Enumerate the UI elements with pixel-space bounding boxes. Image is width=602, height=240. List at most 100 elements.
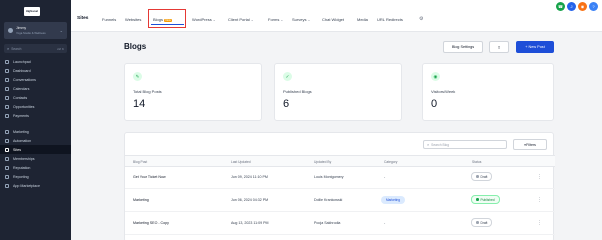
table-row[interactable]: Marketing SEO - Copy Aug 13, 2023 11:09 P… <box>125 213 555 235</box>
main-content: Blogs Blog Settings ⇪ + New Post ✎ Total… <box>71 32 602 240</box>
tab-forms-label: Forms <box>268 17 280 22</box>
tab-forms[interactable]: Forms⌄ <box>268 17 283 22</box>
sidebar-item-marketing[interactable]: Marketing <box>0 127 71 136</box>
chevron-down-icon: ⌄ <box>307 18 311 22</box>
sidebar-item-label: Payments <box>13 113 29 118</box>
tab-client-portal-label: Client Portal <box>228 17 250 22</box>
status-label: Draft <box>480 174 488 179</box>
table-search-input[interactable]: ⌕ Search Blog <box>423 140 507 149</box>
tab-surveys[interactable]: Surveys⌄ <box>292 17 310 22</box>
stat-value: 6 <box>283 98 290 110</box>
col-blog-post[interactable]: Blog Post <box>133 160 147 164</box>
account-subtitle: Yoga Studio & Wellness <box>16 30 46 35</box>
avatar[interactable]: J <box>567 2 576 11</box>
sidebar-item-launchpad[interactable]: Launchpad <box>0 57 71 66</box>
post-title[interactable]: Marketing <box>133 198 149 202</box>
post-updated: Jun 09, 2024 11:10 PM <box>231 175 268 179</box>
col-last-updated[interactable]: Last Updated <box>231 160 251 164</box>
tab-wordpress[interactable]: WordPress⌄ <box>192 17 216 22</box>
post-category: - <box>384 221 386 225</box>
stat-card-visitors: ◉ Visitors/Week 0 <box>422 63 554 121</box>
stat-label: Total Blog Posts <box>133 89 162 94</box>
status-badge[interactable]: Draft <box>471 172 493 181</box>
status-label: Draft <box>480 220 488 225</box>
col-category[interactable]: Category <box>384 160 397 164</box>
sidebar-item-label: Contacts <box>13 95 28 100</box>
sidebar-item-label: Reputation <box>13 165 31 170</box>
sidebar-item-label: Marketing <box>13 129 29 134</box>
chevron-down-icon: ⌄ <box>280 18 284 22</box>
blog-table: ⌕ Search Blog ≡ Filters Blog Post Last Up… <box>124 132 555 240</box>
tab-url-redirects[interactable]: URL Redirects <box>377 17 403 22</box>
payments-icon <box>5 113 9 118</box>
sidebar-item-calendars[interactable]: Calendars <box>0 84 71 93</box>
help-icon[interactable]: ? <box>589 2 598 11</box>
col-status[interactable]: Status <box>472 160 481 164</box>
sidebar-item-label: App Marketplace <box>13 183 40 188</box>
post-title[interactable]: Get Your Ticket Now <box>133 175 166 179</box>
sidebar-item-label: Conversations <box>13 77 36 82</box>
status-badge[interactable]: Published <box>471 195 500 204</box>
chat-icon <box>5 77 9 82</box>
tab-chat-widget[interactable]: Chat Widget <box>322 17 344 22</box>
phone-icon[interactable]: ☎ <box>556 2 565 11</box>
sidebar-item-contacts[interactable]: Contacts <box>0 93 71 102</box>
import-icon: ⇪ <box>497 45 501 50</box>
sidebar-item-label: Calendars <box>13 86 30 91</box>
sidebar-item-reputation[interactable]: Reputation <box>0 163 71 172</box>
logo-text: HighLevel <box>26 10 38 13</box>
automation-icon <box>5 138 9 143</box>
sidebar-item-label: Dashboard <box>13 68 31 73</box>
more-options-icon[interactable]: ⋮ <box>537 197 542 203</box>
table-row[interactable]: Get Your Ticket Now Jun 09, 2024 11:10 PM… <box>125 167 555 189</box>
funnel-icon <box>5 104 9 109</box>
sidebar-search[interactable]: ⌕ Search ctrl K <box>4 44 67 53</box>
tab-media[interactable]: Media <box>357 17 368 22</box>
chart-icon <box>5 174 9 179</box>
sidebar-item-app-marketplace[interactable]: App Marketplace <box>0 181 71 190</box>
tab-websites[interactable]: Websites <box>125 17 141 22</box>
sidebar-item-dashboard[interactable]: Dashboard <box>0 66 71 75</box>
gear-icon[interactable]: ⚙ <box>419 16 423 22</box>
status-label: Published <box>480 197 495 202</box>
table-row[interactable]: Marketing Jun 06, 2024 04:32 PM Dollie Kra… <box>125 190 555 212</box>
sidebar-item-label: Automation <box>13 138 32 143</box>
search-icon: ⌕ <box>427 142 430 147</box>
search-icon: ⌕ <box>7 46 10 51</box>
tab-funnels[interactable]: Funnels <box>102 17 116 22</box>
sidebar-item-memberships[interactable]: Memberships <box>0 154 71 163</box>
notification-icon[interactable]: ◉ <box>578 2 587 11</box>
sidebar-item-payments[interactable]: Payments <box>0 111 71 120</box>
post-updated: Aug 13, 2023 11:09 PM <box>231 221 269 225</box>
account-switcher[interactable]: Jimmy Yoga Studio & Wellness ⌄ <box>4 22 67 39</box>
table-search-placeholder: Search Blog <box>431 142 450 147</box>
stat-value: 14 <box>133 98 146 110</box>
post-updated-by: Pooja Sakhrodia <box>314 221 341 225</box>
membership-icon <box>5 156 9 161</box>
tab-client-portal[interactable]: Client Portal⌄ <box>228 17 254 22</box>
logo[interactable]: HighLevel <box>24 7 40 16</box>
more-options-icon[interactable]: ⋮ <box>537 220 542 226</box>
post-updated-by: Louis Montgomery <box>314 175 344 179</box>
import-button[interactable]: ⇪ <box>489 41 509 53</box>
sidebar-item-label: Launchpad <box>13 59 31 64</box>
blog-icon: ✎ <box>133 72 142 81</box>
tab-wordpress-label: WordPress <box>192 17 212 22</box>
filters-button[interactable]: ≡ Filters <box>513 139 547 150</box>
col-updated-by[interactable]: Updated By <box>314 160 331 164</box>
highlight-box <box>148 9 186 28</box>
new-post-button[interactable]: + New Post <box>516 41 554 53</box>
section-title: Sites <box>77 16 89 21</box>
sidebar-item-automation[interactable]: Automation <box>0 136 71 145</box>
more-options-icon[interactable]: ⋮ <box>537 174 542 180</box>
sidebar: HighLevel Jimmy Yoga Studio & Wellness ⌄… <box>0 0 71 240</box>
sidebar-item-reporting[interactable]: Reporting <box>0 172 71 181</box>
search-placeholder: Search <box>11 46 22 51</box>
status-badge[interactable]: Draft <box>471 218 493 227</box>
post-title[interactable]: Marketing SEO - Copy <box>133 221 169 225</box>
blog-settings-button[interactable]: Blog Settings <box>443 41 483 53</box>
sidebar-item-opportunities[interactable]: Opportunities <box>0 102 71 111</box>
sidebar-item-sites[interactable]: Sites <box>0 145 71 154</box>
sidebar-item-conversations[interactable]: Conversations <box>0 75 71 84</box>
chevron-down-icon: ⌄ <box>212 18 216 22</box>
